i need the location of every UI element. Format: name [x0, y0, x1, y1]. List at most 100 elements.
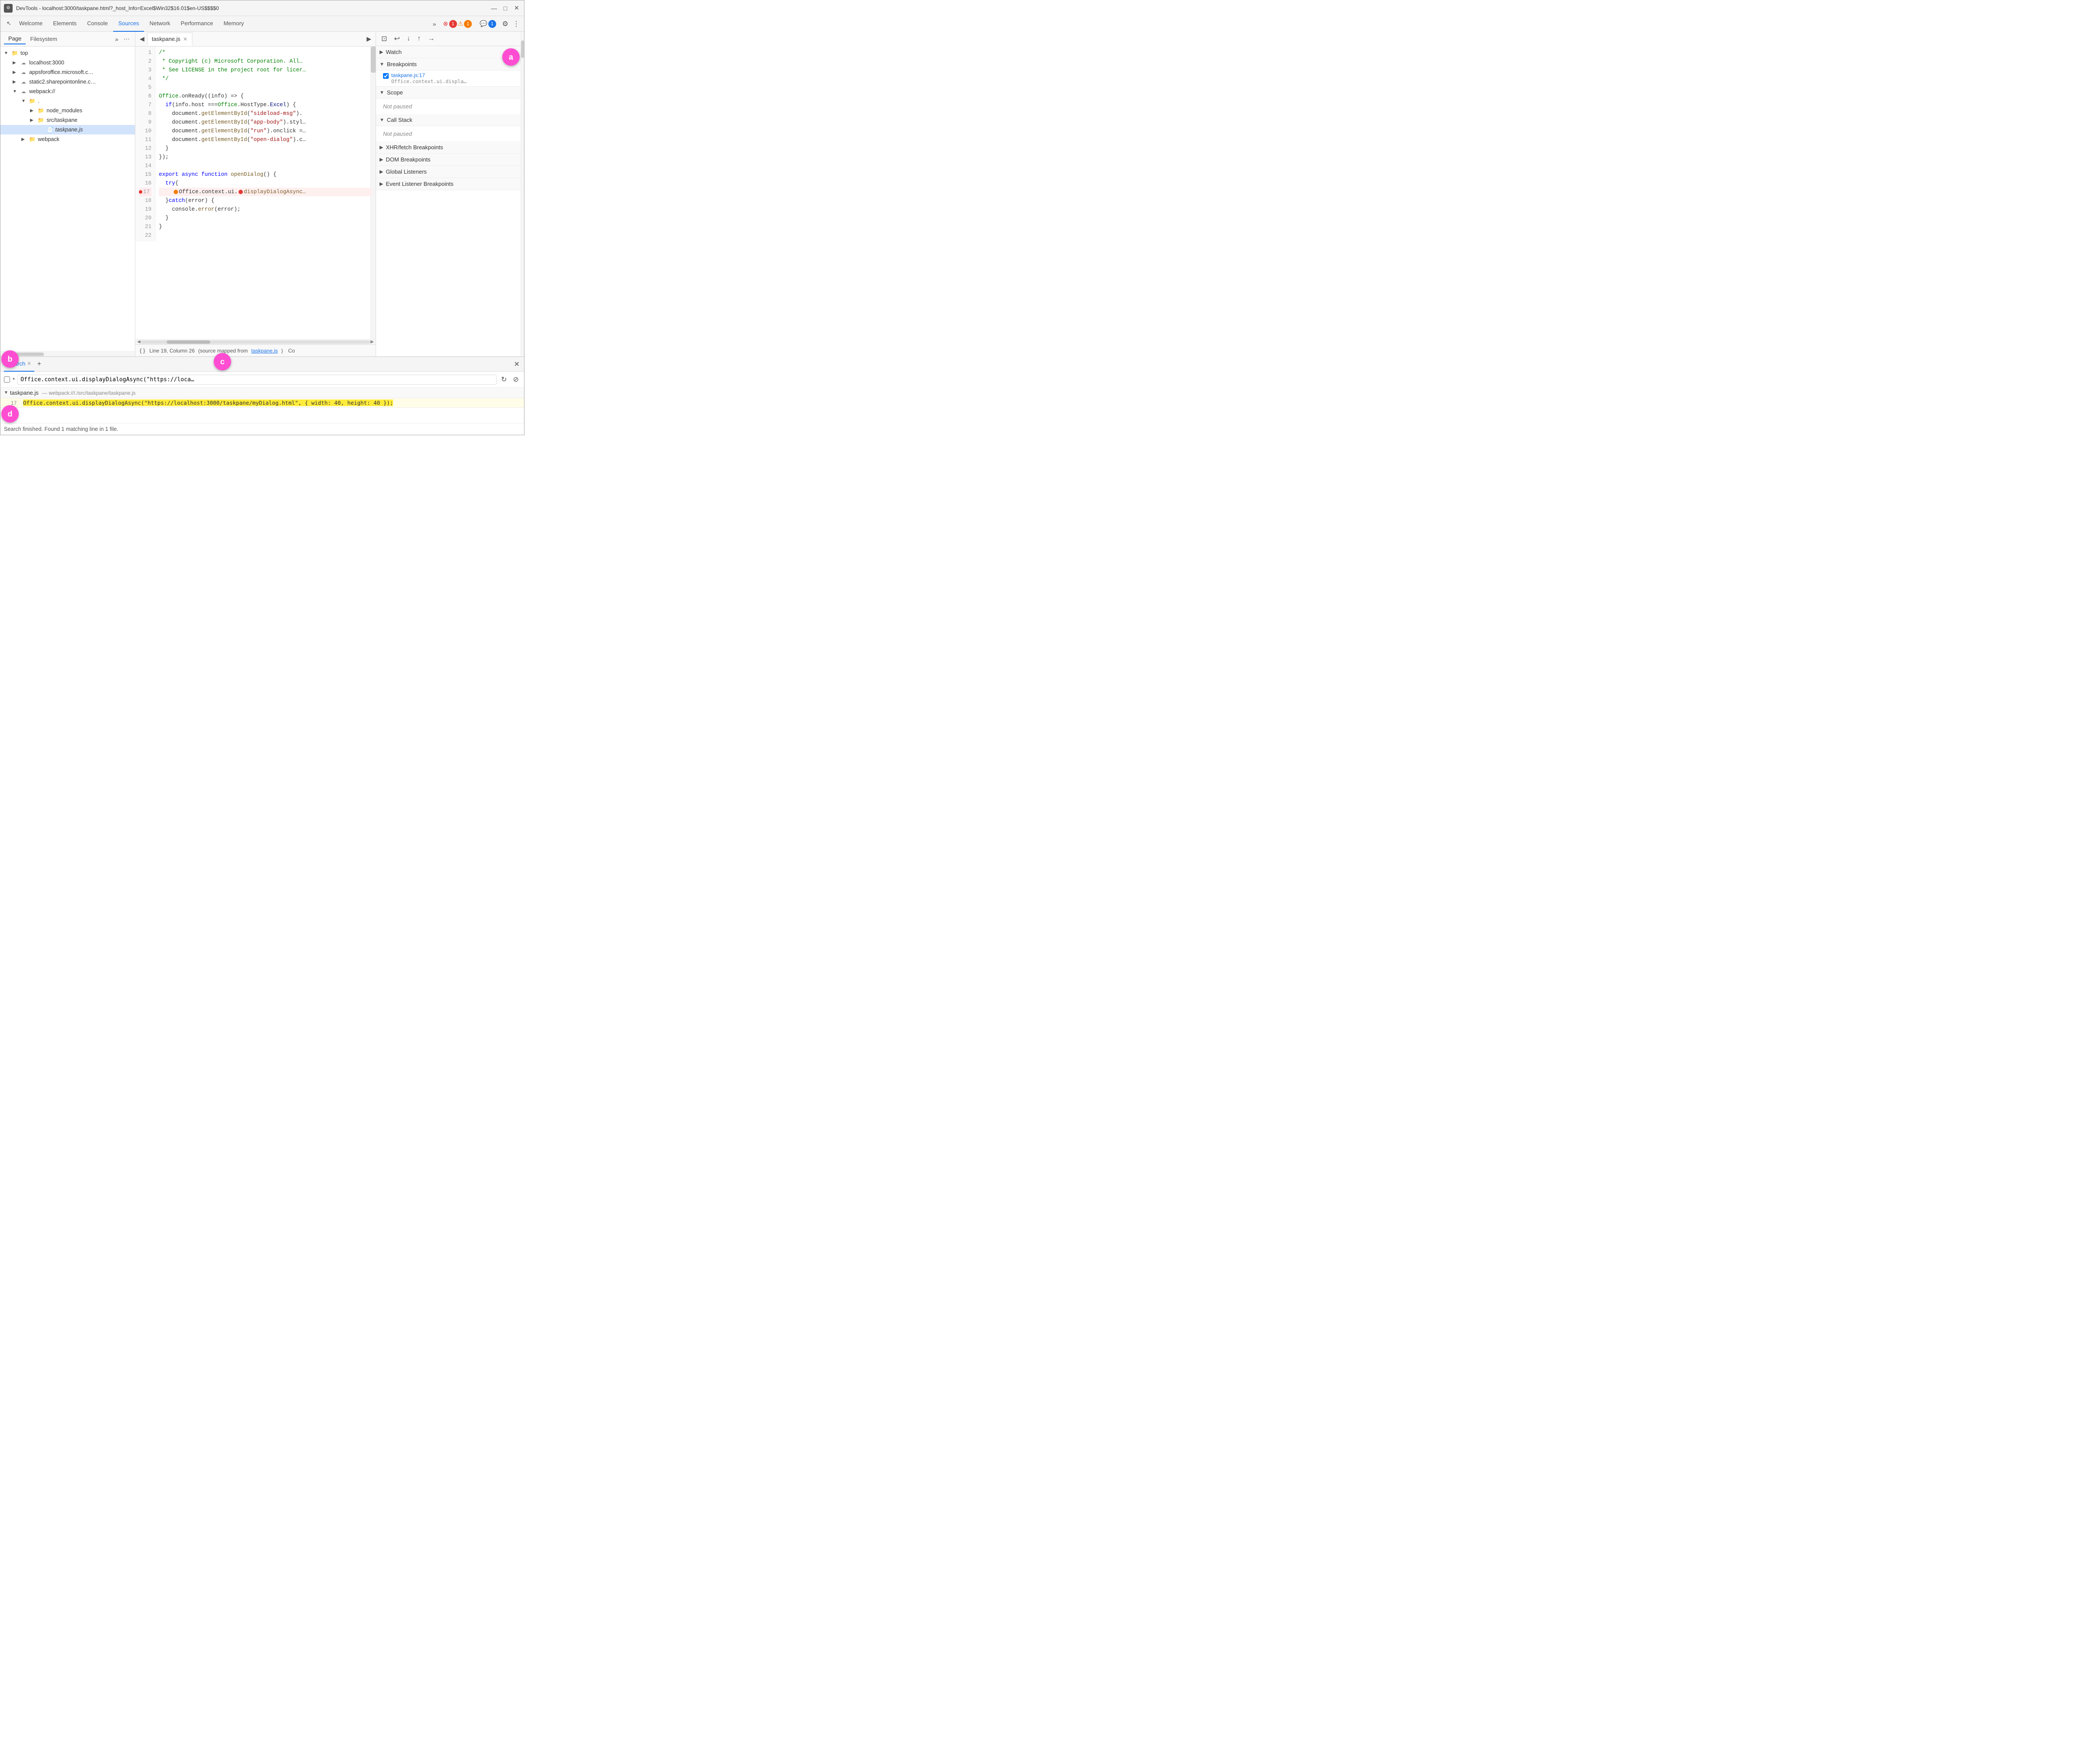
- more-tabs-button[interactable]: »: [431, 20, 438, 28]
- global-listeners-section-header[interactable]: ▶ Global Listeners: [376, 166, 524, 178]
- more-left-tabs-button[interactable]: »: [113, 35, 120, 44]
- warn-icon: ⚠: [458, 20, 464, 27]
- search-panel: Search ✕ + ✕ * ↻ ⊘ ▼ taskpane.js — webpa…: [0, 356, 524, 435]
- close-panel-button[interactable]: ✕: [513, 359, 521, 369]
- step-out-button[interactable]: ↑: [416, 34, 423, 44]
- tree-item-appsforoffice[interactable]: ▶ ☁ appsforoffice.microsoft.c…: [0, 67, 135, 77]
- tab-memory[interactable]: Memory: [218, 16, 249, 32]
- dom-arrow-icon: ▶: [380, 157, 383, 162]
- clear-search-button[interactable]: ⊘: [511, 374, 521, 385]
- folder-icon-node-modules: 📁: [37, 107, 45, 114]
- minimize-button[interactable]: —: [490, 4, 498, 12]
- breakpoint-code-1: Office.context.ui.displa…: [391, 78, 467, 84]
- breakpoints-title: Breakpoints: [387, 61, 417, 67]
- search-input[interactable]: [17, 375, 497, 385]
- step-over-button[interactable]: ↩: [392, 34, 401, 44]
- code-line-3: * See LICENSE in the project root for li…: [159, 66, 372, 74]
- tree-item-webpack2[interactable]: ▶ 📁 webpack: [0, 134, 135, 144]
- tab-console[interactable]: Console: [82, 16, 113, 32]
- scroll-right-arrow[interactable]: ▶: [370, 339, 374, 344]
- error-count: 1: [449, 20, 457, 28]
- left-tabs-options-button[interactable]: ⋯: [122, 34, 131, 44]
- tree-item-taskpanejs[interactable]: ▶ 📄 taskpane.js: [0, 125, 135, 134]
- dom-title: DOM Breakpoints: [386, 156, 430, 163]
- tree-item-static2[interactable]: ▶ ☁ static2.sharepointonline.c…: [0, 77, 135, 87]
- editor-tab-close-button[interactable]: ✕: [183, 36, 188, 42]
- breakpoint-file-1[interactable]: taskpane.js:17: [391, 72, 467, 78]
- title-bar: ⚙ DevTools - localhost:3000/taskpane.htm…: [0, 0, 524, 16]
- left-horizontal-scrollbar[interactable]: [0, 351, 135, 356]
- watch-section-header[interactable]: ▶ Watch: [376, 46, 524, 58]
- scroll-left-arrow[interactable]: ◀: [137, 339, 141, 344]
- tree-label-webpack2: webpack: [38, 136, 59, 142]
- code-line-17: Office.context.ui. displayDialogAsync…: [159, 188, 372, 196]
- tab-network[interactable]: Network: [144, 16, 175, 32]
- scope-not-paused: Not paused: [376, 99, 524, 114]
- folder-icon-top: 📁: [11, 49, 19, 57]
- editor-prev-button[interactable]: ◀: [137, 34, 147, 44]
- regex-checkbox[interactable]: [4, 376, 10, 383]
- global-arrow-icon: ▶: [380, 169, 383, 175]
- info-icon: 💬: [480, 20, 487, 27]
- event-listeners-section-header[interactable]: ▶ Event Listener Breakpoints: [376, 178, 524, 190]
- regex-star-label: *: [13, 376, 15, 383]
- tree-item-srctaskpane[interactable]: ▶ 📁 src/taskpane: [0, 115, 135, 125]
- code-line-1: /*: [159, 48, 372, 57]
- tree-item-top[interactable]: ▼ 📁 top: [0, 48, 135, 58]
- step-into-button[interactable]: ↓: [405, 34, 412, 44]
- result-filename: taskpane.js: [10, 390, 39, 396]
- tree-item-webpack[interactable]: ▼ ☁ webpack://: [0, 87, 135, 96]
- label-c: c: [214, 353, 231, 370]
- scope-section-header[interactable]: ▼ Scope: [376, 87, 524, 99]
- close-button[interactable]: ✕: [513, 4, 521, 12]
- tab-network-label: Network: [149, 20, 170, 27]
- breakpoints-section-header[interactable]: ▼ Breakpoints: [376, 58, 524, 71]
- tree-arrow-srctaskpane: ▶: [30, 118, 37, 123]
- tab-performance[interactable]: Performance: [175, 16, 218, 32]
- search-result-line-item[interactable]: 17 Office.context.ui.displayDialogAsync(…: [0, 398, 524, 408]
- code-line-5: [159, 83, 372, 92]
- tree-item-node-modules[interactable]: ▶ 📁 node_modules: [0, 106, 135, 115]
- tab-welcome[interactable]: Welcome: [14, 16, 48, 32]
- pretty-print-button[interactable]: { }: [139, 346, 146, 355]
- settings-button[interactable]: ⚙: [501, 19, 509, 29]
- tab-sources[interactable]: Sources: [113, 16, 144, 32]
- step-button[interactable]: →: [426, 34, 437, 44]
- code-editor-content[interactable]: 1 2 3 4 5 6 7 8 9 10 11 12 13 14: [135, 47, 376, 339]
- info-badge-button[interactable]: 💬 1: [477, 19, 498, 29]
- editor-horizontal-scrollbar[interactable]: ◀ ▶: [135, 339, 376, 344]
- add-tab-button[interactable]: +: [34, 359, 44, 369]
- tree-item-dot[interactable]: ▼ 📁 .: [0, 96, 135, 106]
- code-line-21: }: [159, 222, 372, 231]
- watch-title: Watch: [386, 49, 401, 55]
- more-options-button[interactable]: ⋮: [512, 19, 521, 29]
- cloud-icon-static2: ☁: [20, 78, 27, 86]
- code-editor-panel: ◀ taskpane.js ✕ ▶ 1 2 3 4: [135, 32, 376, 356]
- search-tab-close[interactable]: ✕: [27, 361, 31, 366]
- debugger-toolbar: ⊡ ↩ ↓ ↑ →: [376, 32, 524, 46]
- maximize-button[interactable]: □: [501, 4, 509, 12]
- right-panel-scrollbar[interactable]: [521, 32, 524, 356]
- inspect-icon-tab[interactable]: ↖: [4, 16, 14, 32]
- breakpoints-arrow-icon: ▼: [380, 62, 384, 67]
- tab-elements[interactable]: Elements: [48, 16, 82, 32]
- error-badge-button[interactable]: ⊗ 1 ⚠ 1: [440, 19, 474, 29]
- result-path: — webpack:///./src/taskpane/taskpane.js: [42, 390, 136, 396]
- result-code: Office.context.ui.displayDialogAsync("ht…: [23, 400, 393, 406]
- editor-tab-label: taskpane.js: [152, 36, 181, 42]
- refresh-search-button[interactable]: ↻: [499, 374, 508, 385]
- xhr-section-header[interactable]: ▶ XHR/fetch Breakpoints: [376, 141, 524, 154]
- search-result-file-item[interactable]: ▼ taskpane.js — webpack:///./src/taskpan…: [0, 388, 524, 398]
- callstack-section-header[interactable]: ▼ Call Stack: [376, 114, 524, 126]
- filesystem-tab[interactable]: Filesystem: [26, 34, 61, 44]
- editor-tab-taskpanejs[interactable]: taskpane.js ✕: [147, 33, 192, 46]
- editor-next-button[interactable]: ▶: [364, 34, 374, 44]
- breakpoint-checkbox-1[interactable]: [383, 73, 389, 79]
- tab-memory-label: Memory: [224, 20, 244, 27]
- tree-label-localhost: localhost:3000: [29, 60, 64, 66]
- tree-item-localhost[interactable]: ▶ ☁ localhost:3000: [0, 58, 135, 67]
- pause-resume-button[interactable]: ⊡: [380, 34, 389, 44]
- source-file-link[interactable]: taskpane.js: [251, 348, 278, 354]
- page-tab[interactable]: Page: [4, 34, 26, 44]
- dom-section-header[interactable]: ▶ DOM Breakpoints: [376, 154, 524, 166]
